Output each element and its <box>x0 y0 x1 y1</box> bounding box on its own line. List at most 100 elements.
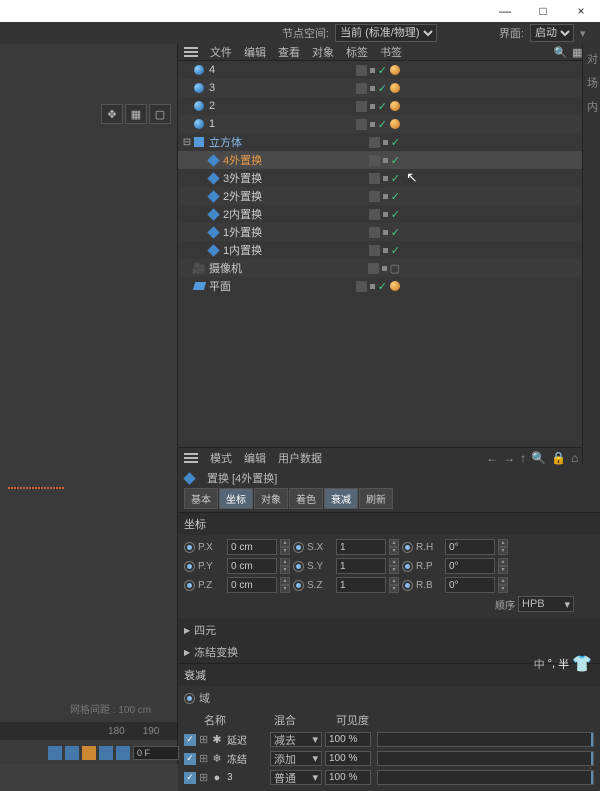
tab-shading[interactable]: 着色 <box>289 488 323 509</box>
radio-icon[interactable] <box>184 580 195 591</box>
vis-dot-icon[interactable] <box>383 212 388 217</box>
visibility-slider[interactable] <box>377 732 594 747</box>
maximize-button[interactable]: □ <box>524 0 562 22</box>
layer-tag-icon[interactable] <box>369 227 380 238</box>
visibility-field[interactable]: 100 % <box>325 732 371 747</box>
vis-dot-icon[interactable] <box>370 284 375 289</box>
radio-icon[interactable] <box>293 580 304 591</box>
material-tag-icon[interactable] <box>390 101 400 111</box>
vis-dot-icon[interactable] <box>370 86 375 91</box>
rec-button[interactable] <box>82 746 96 760</box>
layer-tag-icon[interactable] <box>369 155 380 166</box>
radio-icon[interactable] <box>402 542 413 553</box>
move-icon[interactable]: ✥ <box>101 104 123 124</box>
tab-basic[interactable]: 基本 <box>184 488 218 509</box>
home-icon[interactable]: ⌂ <box>571 451 578 465</box>
up-icon[interactable]: ↑ <box>520 451 526 465</box>
tab-refresh[interactable]: 刷新 <box>359 488 393 509</box>
tree-row[interactable]: 3✓ <box>178 79 600 97</box>
layer-tag-icon[interactable] <box>356 83 367 94</box>
search-icon[interactable]: 🔍 <box>553 46 567 59</box>
check-icon[interactable]: ✓ <box>391 136 400 149</box>
check-icon[interactable]: ✓ <box>391 244 400 257</box>
check-icon[interactable]: ✓ <box>378 280 387 293</box>
field-sz[interactable]: 1 <box>336 577 386 593</box>
play-button[interactable] <box>116 746 130 760</box>
expand-icon[interactable]: ⊞ <box>199 752 207 765</box>
visibility-field[interactable]: 100 % <box>325 770 371 785</box>
check-icon[interactable]: ✓ <box>391 190 400 203</box>
tree-row[interactable]: 🎥摄像机▢ <box>178 259 600 277</box>
vis-dot-icon[interactable] <box>383 194 388 199</box>
sidebar-tab[interactable]: 对 <box>585 48 599 68</box>
spinner[interactable]: ▴▾ <box>280 577 290 593</box>
radio-icon[interactable] <box>184 542 195 553</box>
vis-dot-icon[interactable] <box>382 266 387 271</box>
check-icon[interactable]: ✓ <box>391 172 400 185</box>
layer-tag-icon[interactable] <box>356 119 367 130</box>
check-icon[interactable]: ✓ <box>378 100 387 113</box>
tree-row[interactable]: 平面✓ <box>178 277 600 295</box>
hamburger-icon[interactable] <box>184 47 198 57</box>
field-py[interactable]: 0 cm <box>227 558 277 574</box>
menu-edit[interactable]: 编辑 <box>244 450 266 466</box>
grid-icon[interactable]: ▦ <box>125 104 147 124</box>
tree-row[interactable]: 1内置换✓ <box>178 241 600 259</box>
vis-dot-icon[interactable] <box>383 176 388 181</box>
field-row[interactable]: ✓⊞●3普通▾100 % <box>184 768 594 787</box>
layer-tag-icon[interactable] <box>356 101 367 112</box>
play-button[interactable] <box>65 746 79 760</box>
radio-icon[interactable] <box>293 561 304 572</box>
object-tree[interactable]: 4✓3✓2✓1✓⊟立方体✓4外置换✓3外置换✓2外置换✓2内置换✓1外置换✓1内… <box>178 61 600 447</box>
tree-row[interactable]: 2外置换✓ <box>178 187 600 205</box>
field-sy[interactable]: 1 <box>336 558 386 574</box>
layer-tag-icon[interactable] <box>368 263 379 274</box>
field-enable-checkbox[interactable]: ✓ <box>184 772 196 784</box>
layer-tag-icon[interactable] <box>369 137 380 148</box>
menu-userdata[interactable]: 用户数据 <box>278 450 322 466</box>
tab-falloff[interactable]: 衰减 <box>324 488 358 509</box>
minimize-button[interactable]: — <box>486 0 524 22</box>
radio-icon[interactable] <box>184 561 195 572</box>
material-tag-icon[interactable] <box>390 281 400 291</box>
field-rh[interactable]: 0° <box>445 539 495 555</box>
spinner[interactable]: ▴▾ <box>389 558 399 574</box>
radio-icon[interactable] <box>184 693 195 704</box>
vis-dot-icon[interactable] <box>370 104 375 109</box>
tree-row[interactable]: 1外置换✓ <box>178 223 600 241</box>
spinner[interactable]: ▴▾ <box>389 539 399 555</box>
dropdown-icon[interactable]: ▾ <box>580 27 594 40</box>
field-rp[interactable]: 0° <box>445 558 495 574</box>
check-icon[interactable]: ✓ <box>378 64 387 77</box>
layer-tag-icon[interactable] <box>356 281 367 292</box>
vis-dot-icon[interactable] <box>383 140 388 145</box>
tree-row[interactable]: ⊟立方体✓ <box>178 133 600 151</box>
lock-icon[interactable]: 🔒 <box>551 451 566 465</box>
check-icon[interactable]: ✓ <box>378 118 387 131</box>
material-tag-icon[interactable] <box>390 119 400 129</box>
layer-tag-icon[interactable] <box>369 191 380 202</box>
field-enable-checkbox[interactable]: ✓ <box>184 753 196 765</box>
vis-dot-icon[interactable] <box>383 248 388 253</box>
viewport[interactable]: ✥ ▦ ▢ 网格间距 : 100 cm 180 190 0 F <box>0 44 178 764</box>
field-rb[interactable]: 0° <box>445 577 495 593</box>
menu-mode[interactable]: 模式 <box>210 450 232 466</box>
blend-select[interactable]: 普通▾ <box>270 770 322 785</box>
material-tag-icon[interactable] <box>390 83 400 93</box>
expand-icon[interactable]: ⊞ <box>199 733 207 746</box>
timeline-ruler[interactable]: 180 190 <box>0 722 177 740</box>
field-enable-checkbox[interactable]: ✓ <box>184 734 196 746</box>
field-row[interactable]: ✓⊞❄冻结添加▾100 % <box>184 749 594 768</box>
tree-row[interactable]: 4外置换✓ <box>178 151 600 169</box>
frame-field[interactable]: 0 F <box>133 746 179 760</box>
visibility-slider[interactable] <box>377 770 594 785</box>
check-icon[interactable]: ✓ <box>378 82 387 95</box>
play-button[interactable] <box>99 746 113 760</box>
layer-tag-icon[interactable] <box>369 173 380 184</box>
hamburger-icon[interactable] <box>184 453 198 463</box>
material-tag-icon[interactable] <box>390 65 400 75</box>
layer-tag-icon[interactable] <box>369 209 380 220</box>
sidebar-tab[interactable]: 内 <box>585 96 599 116</box>
spinner[interactable]: ▴▾ <box>280 539 290 555</box>
close-button[interactable]: × <box>562 0 600 22</box>
